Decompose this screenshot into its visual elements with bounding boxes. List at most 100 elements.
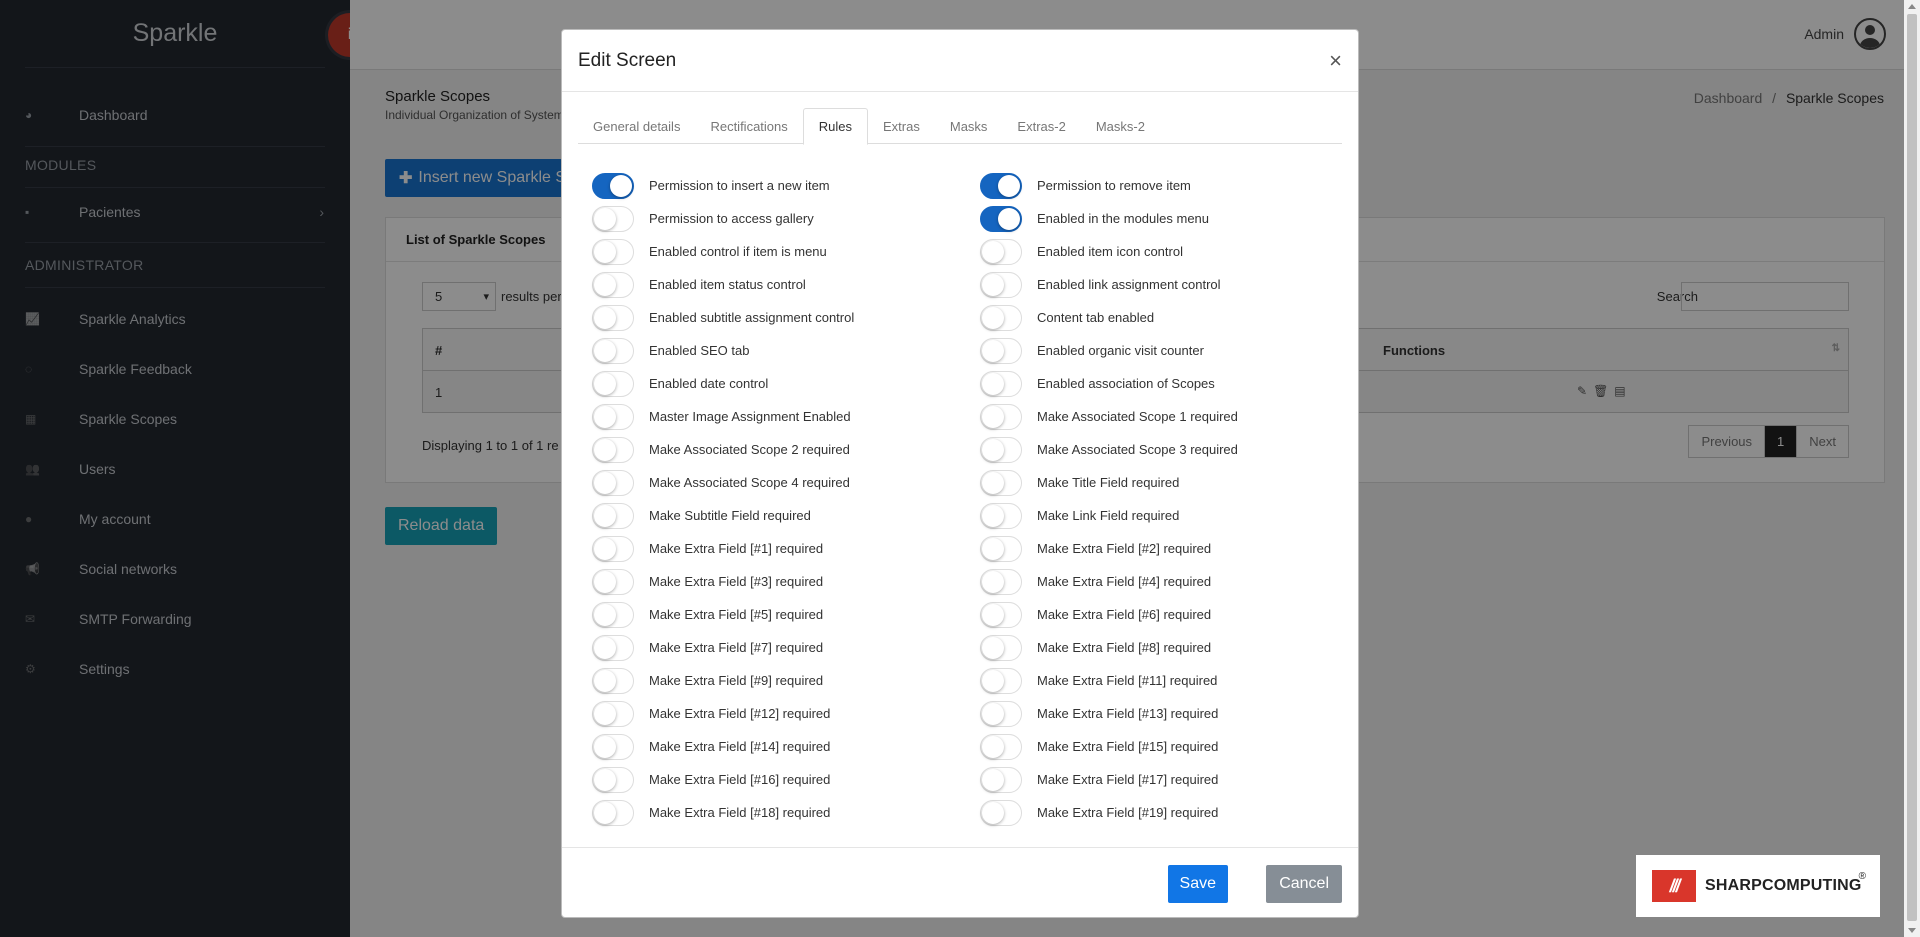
toggle-knob: [594, 438, 616, 461]
toggle-knob: [982, 306, 1004, 329]
toggle-switch[interactable]: [592, 436, 634, 463]
toggle-switch[interactable]: [980, 700, 1022, 727]
toggle-knob: [594, 306, 616, 329]
rule-row: Make Extra Field [#8] required: [980, 631, 1211, 664]
rule-label: Enabled in the modules menu: [1037, 211, 1210, 226]
toggle-switch[interactable]: [980, 568, 1022, 595]
toggle-knob: [594, 273, 616, 296]
toggle-switch[interactable]: [592, 601, 634, 628]
rule-row: Enabled SEO tab: [592, 334, 749, 367]
toggle-switch[interactable]: [980, 469, 1022, 496]
toggle-switch[interactable]: [980, 205, 1022, 232]
toggle-switch[interactable]: [980, 766, 1022, 793]
toggle-switch[interactable]: [980, 337, 1022, 364]
tab-rectifications[interactable]: Rectifications: [695, 108, 802, 144]
toggle-switch[interactable]: [592, 535, 634, 562]
toggle-knob: [594, 603, 616, 626]
rule-row: Content tab enabled: [980, 301, 1154, 334]
toggle-switch[interactable]: [592, 502, 634, 529]
toggle-switch[interactable]: [592, 667, 634, 694]
toggle-knob: [982, 372, 1004, 395]
rule-label: Make Extra Field [#15] required: [1037, 739, 1219, 754]
toggle-switch[interactable]: [592, 271, 634, 298]
toggle-switch[interactable]: [980, 634, 1022, 661]
rule-row: Enabled item icon control: [980, 235, 1183, 268]
tab-extras-2[interactable]: Extras-2: [1002, 108, 1080, 144]
rule-row: Enabled subtitle assignment control: [592, 301, 854, 334]
close-icon[interactable]: ×: [1329, 48, 1342, 74]
toggle-knob: [594, 702, 616, 725]
sharpcomputing-logo-mark: ///: [1652, 870, 1696, 902]
rule-row: Permission to remove item: [980, 169, 1191, 202]
rule-row: Enabled in the modules menu: [980, 202, 1209, 235]
scroll-up-icon[interactable]: [1908, 4, 1916, 9]
scrollbar[interactable]: [1904, 0, 1920, 937]
toggle-knob: [982, 735, 1004, 758]
rule-row: Make Extra Field [#3] required: [592, 565, 823, 598]
tab-masks[interactable]: Masks: [935, 108, 1003, 144]
rule-row: Make Associated Scope 1 required: [980, 400, 1238, 433]
rule-label: Make Extra Field [#13] required: [1037, 706, 1219, 721]
tab-rules[interactable]: Rules: [802, 108, 869, 145]
toggle-switch[interactable]: [592, 733, 634, 760]
toggle-switch[interactable]: [592, 634, 634, 661]
toggle-switch[interactable]: [980, 304, 1022, 331]
toggle-switch[interactable]: [980, 172, 1022, 199]
edit-screen-modal: Edit Screen × General details Rectificati…: [561, 29, 1359, 918]
toggle-switch[interactable]: [592, 172, 634, 199]
tab-general-details[interactable]: General details: [578, 108, 695, 144]
rule-label: Make Extra Field [#5] required: [649, 607, 824, 622]
toggle-switch[interactable]: [980, 502, 1022, 529]
toggle-switch[interactable]: [980, 271, 1022, 298]
rule-label: Make Extra Field [#9] required: [649, 673, 824, 688]
toggle-switch[interactable]: [592, 304, 634, 331]
toggle-switch[interactable]: [592, 766, 634, 793]
toggle-switch[interactable]: [980, 436, 1022, 463]
rule-label: Make Extra Field [#7] required: [649, 640, 824, 655]
toggle-switch[interactable]: [592, 799, 634, 826]
rule-row: Make Extra Field [#5] required: [592, 598, 823, 631]
toggle-switch[interactable]: [980, 733, 1022, 760]
toggle-knob: [610, 174, 632, 197]
rule-label: Make Title Field required: [1037, 475, 1180, 490]
rule-label: Enabled organic visit counter: [1037, 343, 1204, 358]
rule-label: Make Link Field required: [1037, 508, 1180, 523]
toggle-knob: [982, 768, 1004, 791]
modal-header: Edit Screen ×: [562, 30, 1358, 92]
toggle-switch[interactable]: [980, 799, 1022, 826]
scroll-down-icon[interactable]: [1908, 928, 1916, 933]
toggle-knob: [982, 801, 1004, 824]
toggle-switch[interactable]: [980, 601, 1022, 628]
toggle-knob: [594, 339, 616, 362]
toggle-switch[interactable]: [592, 205, 634, 232]
rule-row: Make Extra Field [#13] required: [980, 697, 1218, 730]
rule-label: Make Extra Field [#19] required: [1037, 805, 1219, 820]
rule-row: Permission to insert a new item: [592, 169, 830, 202]
cancel-button[interactable]: Cancel: [1266, 865, 1342, 903]
toggle-switch[interactable]: [980, 238, 1022, 265]
toggle-switch[interactable]: [980, 403, 1022, 430]
toggle-switch[interactable]: [592, 568, 634, 595]
rule-row: Make Associated Scope 3 required: [980, 433, 1238, 466]
toggle-switch[interactable]: [592, 700, 634, 727]
rule-label: Make Extra Field [#14] required: [649, 739, 831, 754]
toggle-switch[interactable]: [592, 337, 634, 364]
toggle-switch[interactable]: [980, 535, 1022, 562]
tab-masks-2[interactable]: Masks-2: [1081, 108, 1160, 144]
toggle-switch[interactable]: [980, 370, 1022, 397]
toggle-switch[interactable]: [592, 370, 634, 397]
rule-row: Enabled association of Scopes: [980, 367, 1215, 400]
toggle-knob: [594, 735, 616, 758]
tab-extras[interactable]: Extras: [868, 108, 935, 144]
toggle-switch[interactable]: [592, 238, 634, 265]
rule-label: Enabled link assignment control: [1037, 277, 1221, 292]
save-button[interactable]: Save: [1167, 865, 1228, 903]
rule-row: Make Extra Field [#2] required: [980, 532, 1211, 565]
modal-footer: Save Cancel: [562, 847, 1358, 917]
rule-label: Enabled SEO tab: [649, 343, 750, 358]
toggle-switch[interactable]: [592, 469, 634, 496]
toggle-knob: [982, 603, 1004, 626]
toggle-switch[interactable]: [592, 403, 634, 430]
scrollbar-thumb[interactable]: [1907, 14, 1917, 921]
toggle-switch[interactable]: [980, 667, 1022, 694]
